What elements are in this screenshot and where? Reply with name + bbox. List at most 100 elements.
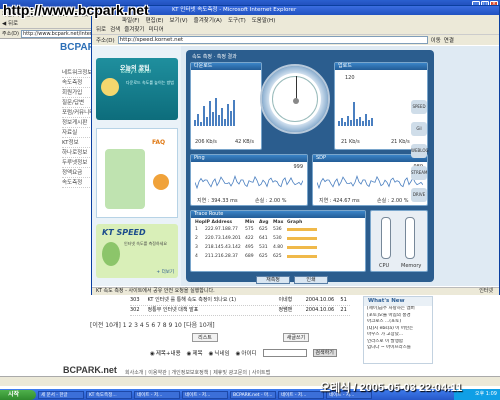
ping-delay: 지연 : 394.33 ms xyxy=(197,198,238,204)
trace-route-label: Trace Route xyxy=(191,211,365,218)
retest-button[interactable]: 재측정 xyxy=(256,276,290,284)
taskbar-button[interactable]: KT 속도측정... xyxy=(86,390,132,399)
taskbar-button[interactable]: 세 문서 - 한글 xyxy=(38,390,84,399)
trace-cell: 211.216.28.37 xyxy=(205,254,238,259)
trace-cell: 3 xyxy=(195,245,198,250)
footer-links[interactable]: 회사소개 | 이용약관 | 개인정보보호정책 | 제휴및 광고문의 | 사이트맵 xyxy=(125,369,270,376)
right-icon-1[interactable]: Gil xyxy=(411,122,427,136)
search-input[interactable] xyxy=(262,349,307,357)
kt-speed-box[interactable]: KT SPEED 인터넷 속도를 측정하세요 + 더보기 xyxy=(96,224,178,278)
inner-menu-item[interactable]: 도구(T) xyxy=(228,16,246,24)
faq-icon xyxy=(153,174,169,190)
print-button[interactable]: 인쇄 xyxy=(294,276,328,284)
whats-new-item[interactable]: 입니다 ~ 아이프라스를 xyxy=(364,345,432,352)
upload-value-1: 21 Kb/s xyxy=(341,139,360,145)
right-icon-4[interactable]: DRIVE xyxy=(411,188,427,202)
upload-top-value: 120 xyxy=(345,75,355,81)
inner-toolbar-button[interactable]: 뒤로 xyxy=(96,25,106,33)
right-icon-3[interactable]: STREAM xyxy=(411,166,427,180)
download-bar xyxy=(221,108,223,126)
speedtest-menu-bar: 파일(F) 편집(E) 보기(V) 즐겨찾기(A) 도구(T) 도움말(H) xyxy=(92,15,499,24)
trace-cell: 220.73.149.201 xyxy=(205,236,241,241)
inner-menu-item[interactable]: 보기(V) xyxy=(169,16,187,24)
ping-loss: 손실 : 2.00 % xyxy=(255,198,287,204)
board-cell-date: 2004.10.06 xyxy=(305,297,335,303)
gauge-top-value: 1.1 xyxy=(248,72,256,78)
address-label: 주소(D) xyxy=(2,31,19,37)
inner-toolbar-button[interactable]: 검색 xyxy=(110,25,120,33)
trace-cell: 689 xyxy=(245,254,254,259)
radio-dot-icon: ◉ xyxy=(235,351,241,357)
trace-row: 2 220.73.149.201 422 641 530 xyxy=(195,234,361,243)
inner-toolbar-button[interactable]: 즐겨찾기 xyxy=(124,25,144,33)
upload-bar xyxy=(368,120,370,126)
more-link[interactable]: + 더보기 xyxy=(156,269,174,275)
right-icon-column: SPEED Gil WEBLOG STREAM DRIVE xyxy=(411,100,429,210)
taskbar-button[interactable]: BCPARK.net - 마... xyxy=(230,390,276,399)
trace-row: 3 218.145.43.142 495 531 4.80 xyxy=(195,243,361,252)
inner-address-input[interactable]: http://speed.kornet.net xyxy=(117,36,428,44)
speedtest-address-bar: 주소(D) http://speed.kornet.net 이동 연결 xyxy=(92,35,499,45)
download-bar xyxy=(200,122,202,126)
trace-cell: 625 xyxy=(259,254,268,259)
taskbar-button[interactable]: 네이트 - 저... xyxy=(134,390,180,399)
upload-bar xyxy=(371,118,373,126)
status-zone: 인터넷 xyxy=(479,288,493,294)
kt-speed-title: KT SPEED xyxy=(102,228,146,237)
bulb-icon xyxy=(101,78,119,96)
trace-cell: 4.80 xyxy=(273,245,284,250)
search-option-label: 닉네임 xyxy=(214,351,230,357)
download-bar xyxy=(224,119,226,126)
board-cell-title: 정통부 인터넷 대책 발표 xyxy=(147,307,199,313)
trace-cell: 218.145.43.142 xyxy=(205,245,241,250)
start-button[interactable]: 시작 xyxy=(0,389,36,400)
links-label: 연결 xyxy=(443,38,454,44)
upload-bar xyxy=(365,114,367,126)
cpu-label: CPU xyxy=(379,263,390,269)
trace-cell: 4 xyxy=(195,254,198,259)
board-row[interactable]: 302 정통부 인터넷 대책 발표 정쌤맨 2004.10.06 21 xyxy=(130,306,350,316)
whats-new-items: [세이]금주 사랑하는 멤버 [포토]오늘 아침의 풍경 아크로스 ...(포토)[… xyxy=(364,306,432,352)
sdp-label: SDP xyxy=(313,155,427,162)
overlay-url-text: http://www.bcpark.net xyxy=(3,2,149,18)
download-bar xyxy=(209,101,211,126)
trace-graph-bar xyxy=(287,255,317,258)
inner-toolbar-button[interactable]: 미디어 xyxy=(149,25,164,33)
search-option-radio[interactable]: ◉아이디 xyxy=(236,349,257,357)
taskbar-button[interactable]: 네이트 - 저... xyxy=(182,390,228,399)
new-post-button[interactable]: 새글쓰기 xyxy=(283,333,309,342)
status-text: KT 속도 측정 - 사이트에서 공유 안전 요청을 실행합니다. xyxy=(96,288,215,294)
inner-menu-item[interactable]: 도움말(H) xyxy=(252,16,276,24)
search-option-label: 제목 xyxy=(192,351,203,357)
inner-menu-item[interactable]: 즐겨찾기(A) xyxy=(194,16,222,24)
search-option-radio[interactable]: ◉제목+내용 xyxy=(150,349,181,357)
download-bars xyxy=(191,96,261,126)
upload-bar xyxy=(359,117,361,126)
trace-graph-bar xyxy=(287,237,317,240)
download-bar xyxy=(203,106,205,126)
trace-graph-bar xyxy=(287,246,317,249)
faq-box[interactable]: FAQ xyxy=(96,128,178,218)
pagination[interactable]: [이전 10개] 1 2 3 4 5 6 7 8 9 10 [다음 10개] xyxy=(90,320,215,329)
sdp-loss: 손실 : 2.00 % xyxy=(377,198,409,204)
upload-label: 업로드 xyxy=(335,63,427,70)
search-option-radio[interactable]: ◉닉네임 xyxy=(209,349,230,357)
speed-gauge xyxy=(260,64,330,134)
radio-dot-icon: ◉ xyxy=(208,351,214,357)
back-button[interactable]: ◀ 뒤로 xyxy=(2,19,18,27)
right-icon-0[interactable]: SPEED xyxy=(411,100,427,114)
trace-cell: 422 xyxy=(245,236,254,241)
speedtest-status-bar: KT 속도 측정 - 사이트에서 공유 안전 요청을 실행합니다. 인터넷 xyxy=(92,287,499,295)
taskbar-button[interactable]: 네이트 - 저... xyxy=(278,390,324,399)
board-row[interactable]: 303 KT 인터넷 를 통해 속도 측정이 되나요 (1) 이네형 2004.10.… xyxy=(130,296,350,306)
sdp-graph xyxy=(317,174,423,190)
speedtest-sidebar: 오늘의 꿀팁 Today's Word! 다운로드 속도를 높이는 방법 FAQ… xyxy=(92,46,181,286)
right-icon-2[interactable]: WEBLOG xyxy=(411,144,429,158)
list-button[interactable]: 리스트 xyxy=(192,333,218,342)
footer-logo[interactable]: BCPARK.net xyxy=(63,365,117,375)
trace-cell: 625 xyxy=(273,254,282,259)
ping-graph xyxy=(195,174,303,190)
search-option-radio[interactable]: ◉제목 xyxy=(187,349,203,357)
go-button[interactable]: 이동 xyxy=(431,36,441,44)
search-button[interactable]: 검색하기 xyxy=(312,349,337,357)
